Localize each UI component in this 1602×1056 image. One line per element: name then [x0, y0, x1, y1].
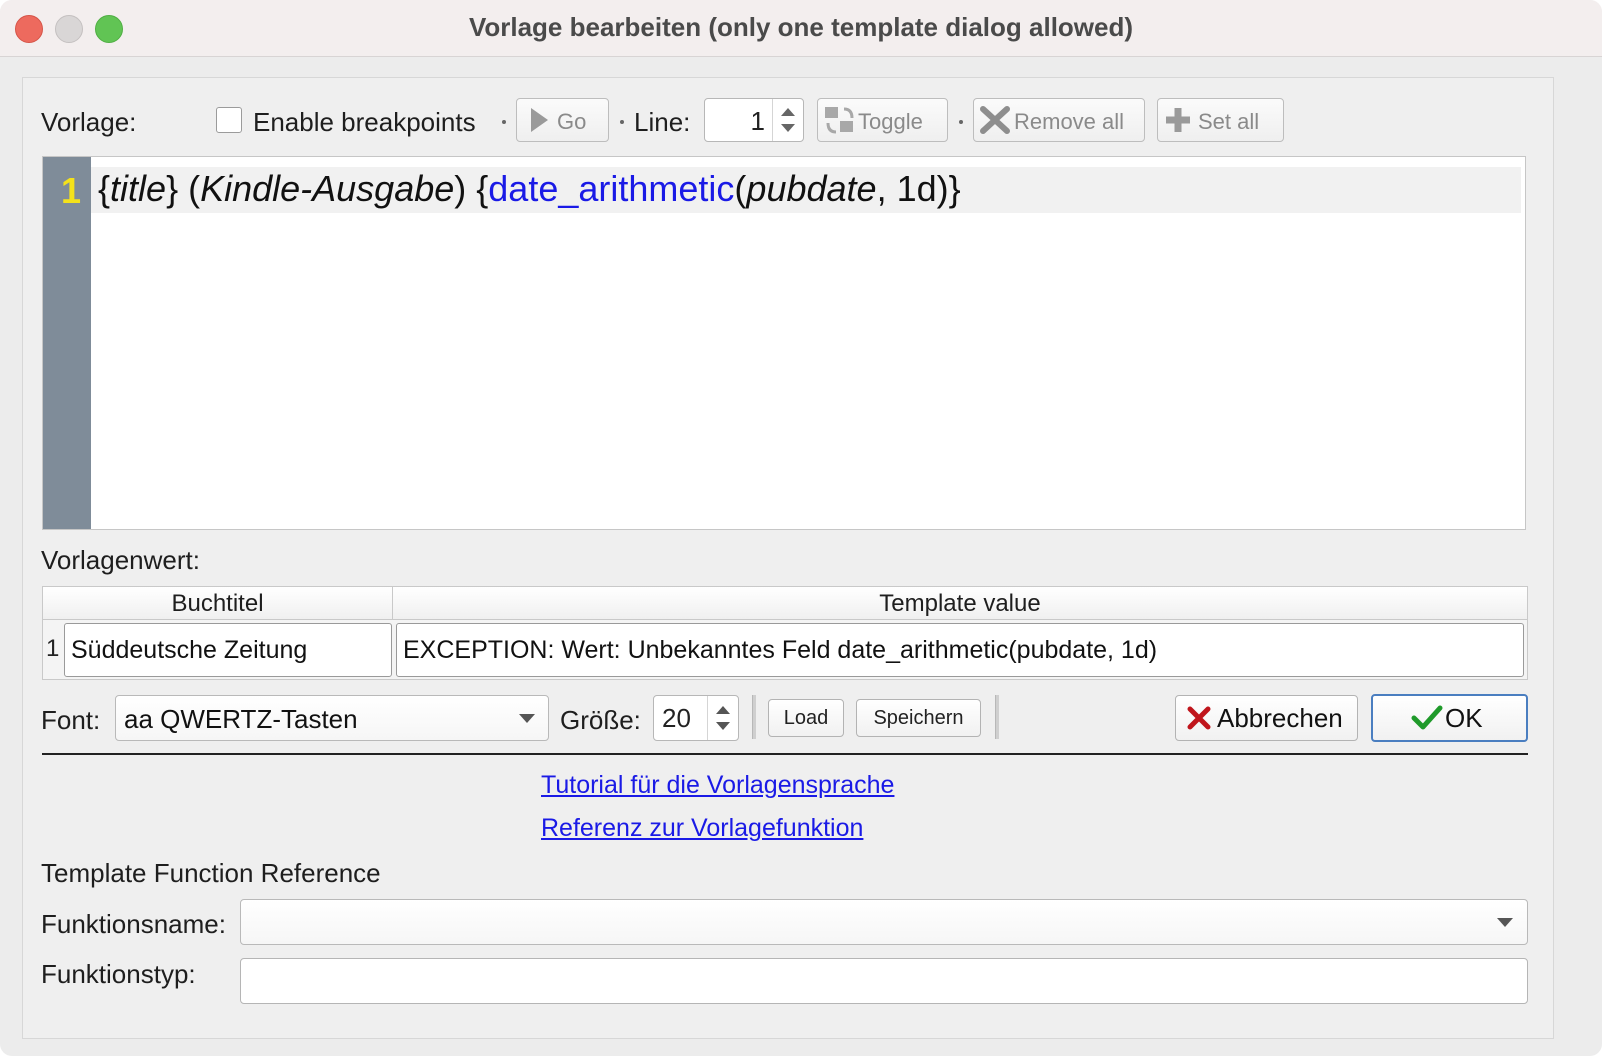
save-button[interactable]: Speichern: [856, 699, 981, 737]
horizontal-divider: [42, 753, 1528, 755]
chevron-down-icon: [1497, 918, 1513, 927]
set-all-label: Set all: [1198, 109, 1260, 134]
plus-icon: [1166, 108, 1190, 132]
window-title: Vorlage bearbeiten (only one template di…: [468, 12, 1134, 42]
toolbar-separator: [959, 120, 963, 124]
enable-breakpoints-checkbox[interactable]: [216, 107, 242, 133]
line-value: 1: [750, 106, 765, 136]
cancel-x-icon: [1187, 706, 1211, 730]
remove-x-icon: [980, 106, 1010, 134]
go-button[interactable]: Go: [516, 98, 609, 142]
ok-button[interactable]: OK: [1371, 694, 1528, 742]
template-value-table: Buchtitel Template value 1 Süddeutsche Z…: [42, 586, 1528, 680]
ok-label: OK: [1445, 703, 1483, 733]
vorlage-label: Vorlage:: [41, 107, 137, 137]
code-token: (: [734, 168, 747, 209]
font-value: aa QWERTZ-Tasten: [124, 704, 358, 734]
function-name-label: Funktionsname:: [41, 909, 226, 939]
line-label: Line:: [634, 107, 691, 137]
code-token-field: title: [110, 168, 167, 209]
function-name-select[interactable]: [240, 899, 1528, 945]
toolbar-separator: [620, 120, 624, 124]
function-type-field[interactable]: [240, 958, 1528, 1004]
play-icon: [531, 108, 548, 132]
template-editor-window: Vorlage bearbeiten (only one template di…: [0, 0, 1602, 1056]
size-label: Größe:: [560, 705, 641, 735]
column-header-buchtitel[interactable]: Buchtitel: [43, 587, 393, 620]
title-bar: Vorlage bearbeiten (only one template di…: [0, 0, 1602, 57]
vertical-separator: [752, 695, 756, 739]
toolbar-separator: [502, 120, 506, 124]
chevron-down-icon: [519, 714, 535, 723]
code-token-function: date_arithmetic: [488, 168, 735, 209]
cancel-button[interactable]: Abbrechen: [1175, 695, 1358, 741]
code-token: {: [98, 168, 111, 209]
code-token-string: Kindle-Ausgabe: [200, 168, 455, 209]
line-number: 1: [61, 170, 82, 211]
column-header-template-value[interactable]: Template value: [393, 587, 1527, 620]
template-code-line[interactable]: {title} (Kindle-Ausgabe) {date_arithmeti…: [98, 168, 961, 210]
line-spin-arrows[interactable]: [772, 99, 803, 141]
spin-arrows-icon: [781, 108, 795, 132]
code-token: } (: [166, 168, 201, 209]
vorlagenwert-label: Vorlagenwert:: [41, 545, 200, 575]
enable-breakpoints-label: Enable breakpoints: [253, 107, 476, 137]
tutorial-link[interactable]: Tutorial für die Vorlagensprache: [541, 771, 894, 800]
toggle-button[interactable]: Toggle: [817, 98, 948, 142]
checkmark-icon: [1411, 705, 1443, 730]
toggle-label: Toggle: [858, 109, 923, 134]
table-cell-book-title[interactable]: Süddeutsche Zeitung: [64, 623, 392, 677]
toggle-icon: [825, 107, 854, 134]
function-reference-heading: Template Function Reference: [41, 858, 381, 888]
load-button[interactable]: Load: [768, 699, 844, 737]
line-number-gutter: 1: [43, 157, 91, 529]
font-select[interactable]: aa QWERTZ-Tasten: [115, 695, 549, 741]
font-size-spinbox[interactable]: 20: [653, 695, 739, 741]
code-token: ) {: [454, 168, 489, 209]
font-label: Font:: [41, 705, 101, 735]
table-cell-template-value[interactable]: EXCEPTION: Wert: Unbekanntes Feld date_a…: [396, 623, 1524, 677]
font-size-value: 20: [662, 703, 691, 733]
remove-all-button[interactable]: Remove all: [973, 98, 1145, 142]
code-token: , 1d)}: [876, 168, 961, 209]
set-all-button[interactable]: Set all: [1157, 98, 1284, 142]
font-size-spin-arrows[interactable]: [707, 696, 738, 740]
spin-arrows-icon: [716, 706, 730, 730]
vertical-separator: [995, 695, 999, 739]
go-label: Go: [557, 109, 587, 134]
code-token-field: pubdate: [746, 168, 877, 209]
function-reference-link[interactable]: Referenz zur Vorlagefunktion: [541, 814, 863, 843]
cancel-label: Abbrechen: [1217, 703, 1343, 733]
function-type-label: Funktionstyp:: [41, 959, 196, 989]
line-spinbox[interactable]: 1: [704, 98, 804, 142]
row-number: 1: [46, 635, 60, 662]
remove-all-label: Remove all: [1014, 109, 1125, 134]
template-editor[interactable]: 1 {title} (Kindle-Ausgabe) {date_arithme…: [42, 156, 1526, 530]
dialog-panel: Vorlage: Enable breakpoints Go Line: 1 T…: [22, 77, 1554, 1039]
